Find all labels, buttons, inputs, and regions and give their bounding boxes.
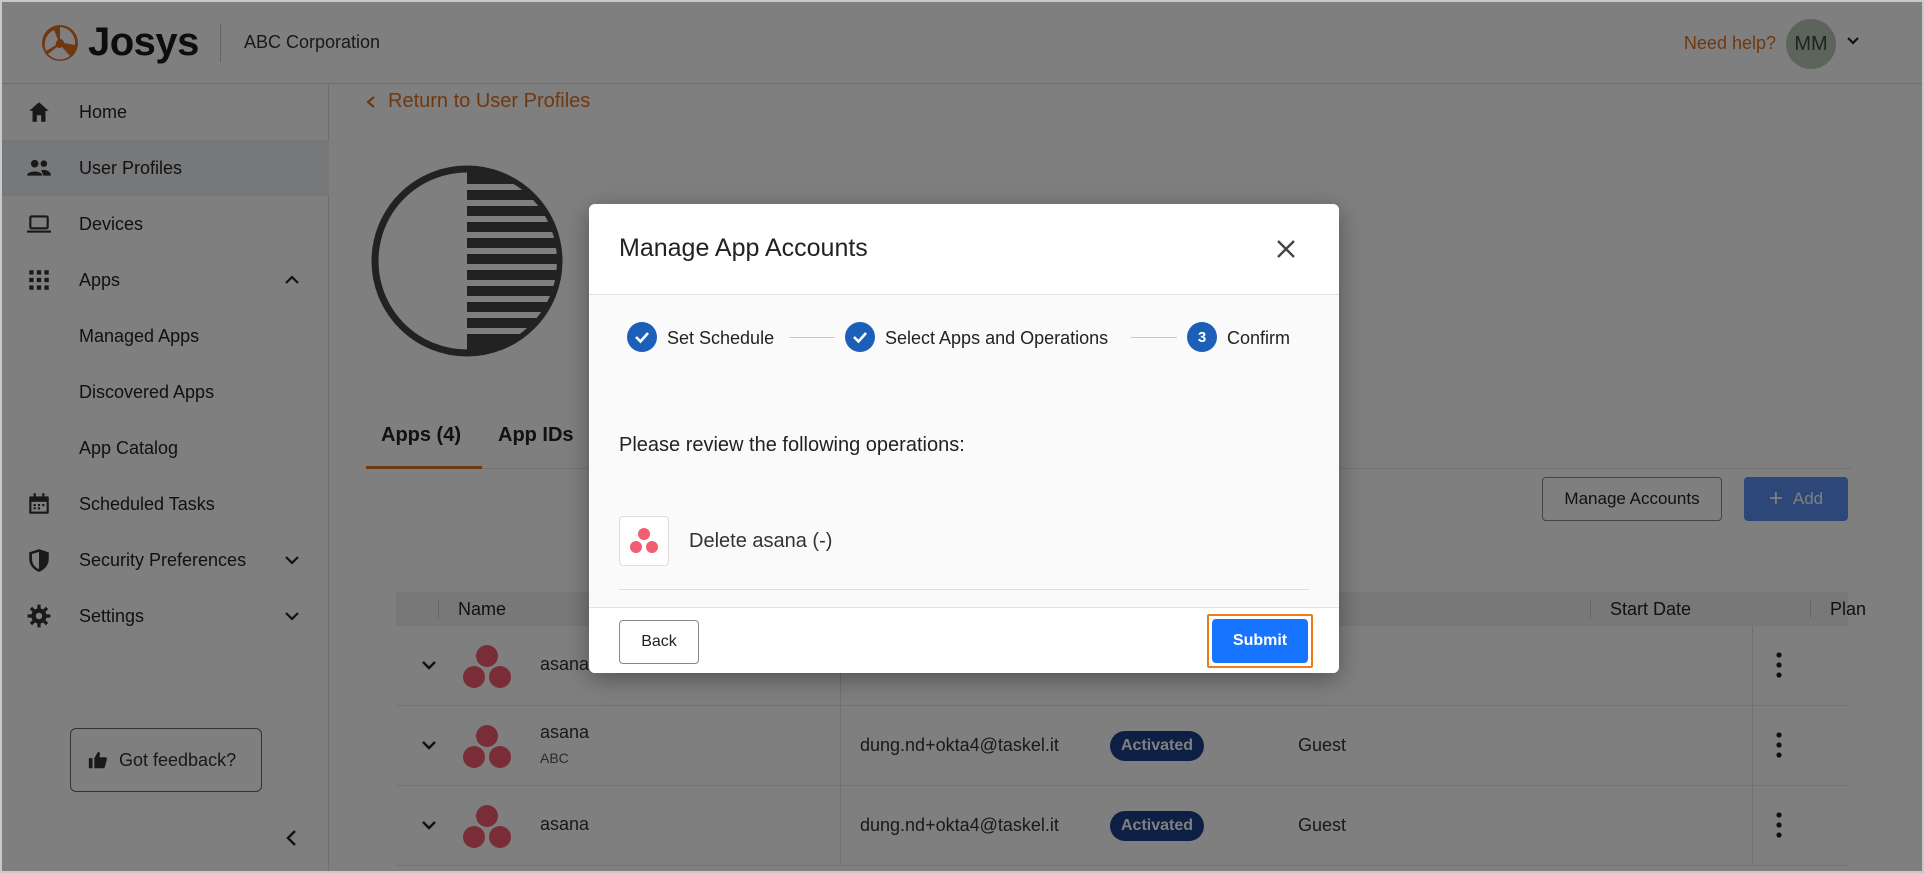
dialog-footer: Back Submit (589, 607, 1339, 673)
stepper: Set Schedule Select Apps and Operations … (627, 320, 1307, 354)
check-icon (635, 332, 649, 344)
step-complete-indicator (845, 322, 875, 352)
dialog-title: Manage App Accounts (619, 234, 868, 262)
submit-button[interactable]: Submit (1212, 619, 1308, 663)
step-connector (1131, 337, 1177, 338)
close-icon[interactable] (1275, 238, 1297, 260)
asana-logo-icon (630, 528, 658, 553)
operation-item: Delete asana (-) (619, 510, 1309, 590)
operation-app-logo (619, 516, 669, 566)
step-label: Confirm (1227, 328, 1291, 348)
check-icon (853, 332, 867, 344)
step-label: Set Schedule (667, 328, 775, 348)
dialog-header: Manage App Accounts (589, 204, 1339, 295)
manage-app-accounts-dialog: Manage App Accounts Set Schedule Select … (589, 204, 1339, 673)
operation-description: Delete asana (-) (689, 530, 833, 552)
step-number-indicator: 3 (1187, 322, 1217, 352)
back-button[interactable]: Back (619, 620, 699, 664)
review-instructions: Please review the following operations: (619, 434, 965, 456)
step-label: Select Apps and Operations (885, 328, 1109, 348)
app-window: Josys ABC Corporation Need help? MM Home… (0, 0, 1924, 873)
step-complete-indicator (627, 322, 657, 352)
step-connector (789, 337, 835, 338)
